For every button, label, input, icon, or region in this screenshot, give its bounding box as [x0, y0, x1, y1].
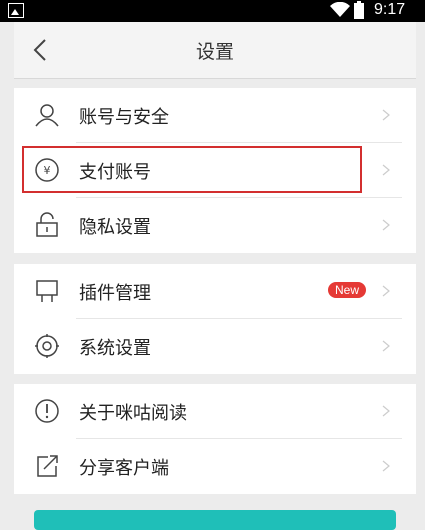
chevron-right-icon [382, 405, 390, 417]
menu-item-label: 隐私设置 [79, 217, 151, 238]
info-icon [35, 399, 59, 423]
user-icon [35, 104, 59, 127]
menu-item-label: 分享客户端 [79, 458, 169, 479]
menu-item-plugins[interactable]: 插件管理 New [14, 264, 416, 319]
unlock-icon [36, 212, 58, 237]
settings-icon [35, 334, 59, 358]
menu-item-label: 账号与安全 [79, 107, 169, 128]
plugin-icon [36, 280, 58, 302]
bottom-action-button[interactable] [34, 510, 396, 530]
menu-item-share[interactable]: 分享客户端 [14, 439, 416, 494]
settings-group-system: 插件管理 New 系统设置 [14, 264, 416, 374]
share-icon [37, 455, 58, 477]
menu-item-label: 插件管理 [79, 283, 151, 304]
settings-group-about: 关于咪咕阅读 分享客户端 [14, 384, 416, 494]
chevron-right-icon [382, 285, 390, 297]
settings-group-account: 账号与安全 ¥ 支付账号 隐私设置 [14, 88, 416, 253]
menu-item-about[interactable]: 关于咪咕阅读 [14, 384, 416, 439]
chevron-right-icon [382, 340, 390, 352]
chevron-right-icon [382, 460, 390, 472]
menu-item-privacy[interactable]: 隐私设置 [14, 198, 416, 253]
highlight-box [22, 146, 362, 193]
menu-item-payment-account[interactable]: ¥ 支付账号 [14, 143, 416, 198]
menu-item-label: 关于咪咕阅读 [79, 403, 187, 424]
chevron-right-icon [382, 219, 390, 231]
new-badge: New [327, 282, 366, 298]
page-title: 设置 [195, 41, 234, 63]
app-header: 设置 [14, 22, 416, 79]
gallery-icon [8, 3, 24, 18]
chevron-right-icon [382, 164, 390, 176]
wifi-icon [330, 2, 350, 17]
battery-icon [354, 1, 364, 19]
menu-item-system-settings[interactable]: 系统设置 [14, 319, 416, 374]
chevron-right-icon [382, 109, 390, 121]
status-time: 9:17 [374, 1, 406, 18]
yen-icon: ¥ [35, 158, 59, 182]
menu-item-label: 支付账号 [79, 162, 151, 183]
menu-item-label: 系统设置 [79, 338, 151, 359]
status-bar: 9:17 [0, 0, 425, 22]
menu-item-account-security[interactable]: 账号与安全 [14, 88, 416, 143]
svg-text:¥: ¥ [44, 164, 51, 177]
